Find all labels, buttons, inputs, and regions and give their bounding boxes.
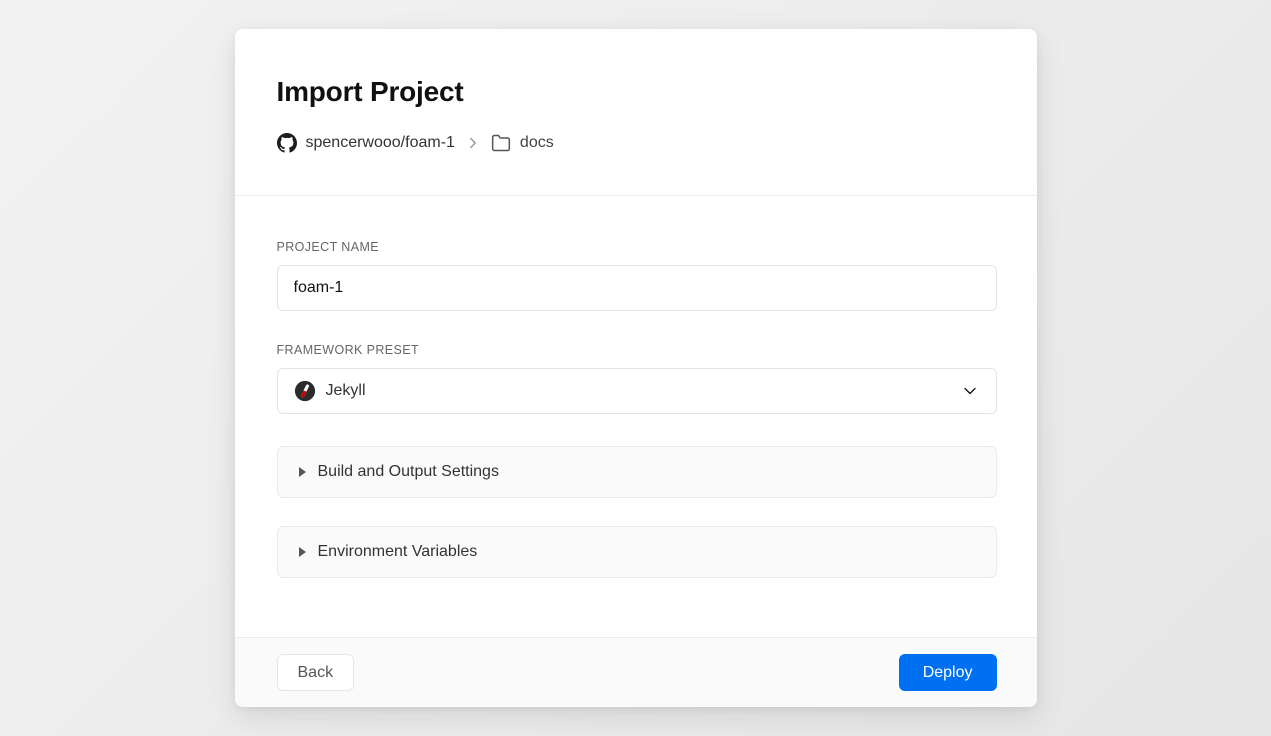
modal-header: Import Project spencerwooo/foam-1 docs: [235, 29, 1037, 196]
accordion-label: Build and Output Settings: [318, 463, 499, 481]
framework-preset-value: Jekyll: [326, 382, 960, 400]
import-project-modal: Import Project spencerwooo/foam-1 docs: [235, 29, 1037, 707]
github-icon: [277, 133, 297, 153]
framework-preset-field-group: FRAMEWORK PRESET Jekyll: [277, 343, 997, 414]
breadcrumb-directory[interactable]: docs: [520, 134, 554, 152]
accordion-label: Environment Variables: [318, 543, 478, 561]
jekyll-logo-icon: [294, 380, 316, 402]
modal-footer: Back Deploy: [235, 637, 1037, 707]
deploy-button[interactable]: Deploy: [899, 654, 997, 691]
project-name-field-group: PROJECT NAME: [277, 240, 997, 311]
chevron-down-icon: [960, 381, 980, 401]
triangle-right-icon: [299, 547, 306, 557]
framework-preset-label: FRAMEWORK PRESET: [277, 343, 997, 357]
modal-body: PROJECT NAME FRAMEWORK PRESET Jekyll: [235, 196, 1037, 637]
folder-icon: [491, 133, 511, 153]
breadcrumb: spencerwooo/foam-1 docs: [277, 133, 997, 153]
build-output-settings-accordion[interactable]: Build and Output Settings: [277, 446, 997, 498]
back-button[interactable]: Back: [277, 654, 355, 691]
chevron-right-icon: [464, 134, 482, 152]
page-title: Import Project: [277, 76, 997, 108]
project-name-label: PROJECT NAME: [277, 240, 997, 254]
framework-preset-select[interactable]: Jekyll: [277, 368, 997, 414]
breadcrumb-repo[interactable]: spencerwooo/foam-1: [306, 134, 455, 152]
environment-variables-accordion[interactable]: Environment Variables: [277, 526, 997, 578]
project-name-input[interactable]: [277, 265, 997, 311]
triangle-right-icon: [299, 467, 306, 477]
